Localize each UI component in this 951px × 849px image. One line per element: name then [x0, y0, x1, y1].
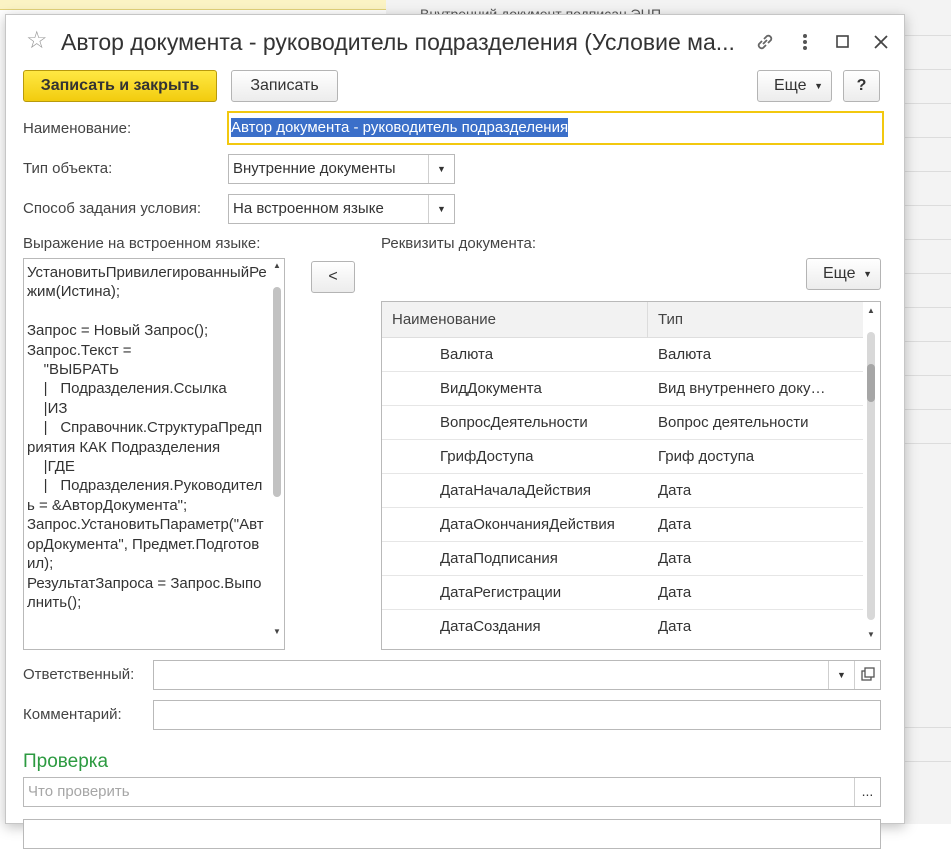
dialog-title-bar: ☆ Автор документа - руководитель подразд…: [6, 15, 904, 70]
what-to-check-field[interactable]: Что проверить ...: [23, 777, 881, 807]
method-value: На встроенном языке: [233, 200, 384, 217]
scroll-down-icon[interactable]: ▼: [271, 625, 283, 639]
scroll-down-icon[interactable]: ▼: [865, 628, 877, 642]
row-name: ВопросДеятельности: [440, 414, 588, 431]
more-actions-button[interactable]: Еще ▼: [757, 70, 832, 102]
row-type: Дата: [658, 516, 692, 533]
chevron-down-icon: ▼: [814, 81, 823, 91]
row-name: ДатаСоздания: [440, 618, 541, 635]
table-row[interactable]: ДатаСоздания Дата: [382, 610, 863, 644]
row-name: ВидДокумента: [440, 380, 542, 397]
row-name: ДатаПодписания: [440, 550, 558, 567]
what-to-check-placeholder: Что проверить: [28, 783, 130, 800]
object-type-value: Внутренние документы: [233, 160, 396, 177]
scroll-thumb[interactable]: [273, 287, 281, 497]
table-row[interactable]: Валюта Валюта: [382, 338, 863, 372]
chevron-down-icon: ▼: [863, 269, 872, 279]
scroll-up-icon[interactable]: ▲: [271, 259, 283, 273]
comment-label: Комментарий:: [23, 706, 122, 723]
table-scrollbar[interactable]: ▲ ▼: [865, 302, 877, 649]
dialog-title: Автор документа - руководитель подраздел…: [61, 29, 735, 55]
table-row[interactable]: ВидДокумента Вид внутреннего доку…: [382, 372, 863, 406]
background-window-header: [0, 0, 386, 10]
row-type: Дата: [658, 482, 692, 499]
row-type: Дата: [658, 618, 692, 635]
responsible-label: Ответственный:: [23, 666, 135, 683]
row-type: Дата: [658, 584, 692, 601]
expression-text[interactable]: УстановитьПривилегированныйРежим(Истина)…: [27, 263, 267, 612]
insert-attribute-button[interactable]: <: [311, 261, 355, 293]
attributes-more-label: Еще: [823, 265, 856, 282]
column-header-type[interactable]: Тип: [648, 302, 863, 338]
name-field[interactable]: Автор документа - руководитель подраздел…: [227, 111, 884, 145]
expression-label: Выражение на встроенном языке:: [23, 235, 261, 252]
row-name: ГрифДоступа: [440, 448, 534, 465]
help-button[interactable]: ?: [843, 70, 880, 102]
table-header: Наименование Тип: [382, 302, 863, 338]
row-type: Вопрос деятельности: [658, 414, 809, 431]
object-type-label: Тип объекта:: [23, 160, 113, 177]
maximize-icon[interactable]: [832, 31, 854, 53]
attributes-more-button[interactable]: Еще ▼: [806, 258, 881, 290]
column-header-name[interactable]: Наименование: [382, 302, 648, 338]
table-row[interactable]: ГрифДоступа Гриф доступа: [382, 440, 863, 474]
method-label: Способ задания условия:: [23, 200, 202, 217]
scroll-thumb[interactable]: [867, 364, 875, 402]
save-and-close-button[interactable]: Записать и закрыть: [23, 70, 217, 102]
row-type: Гриф доступа: [658, 448, 755, 465]
name-value: Автор документа - руководитель подраздел…: [231, 118, 569, 137]
attributes-label: Реквизиты документа:: [381, 235, 536, 252]
star-icon[interactable]: ☆: [26, 29, 50, 53]
chevron-down-icon[interactable]: ▼: [428, 155, 454, 183]
method-select[interactable]: На встроенном языке ▼: [228, 194, 455, 224]
row-name: ДатаОкончанияДействия: [440, 516, 615, 533]
object-type-select[interactable]: Внутренние документы ▼: [228, 154, 455, 184]
table-row[interactable]: ДатаПодписания Дата: [382, 542, 863, 576]
check-section-title: Проверка: [23, 751, 109, 772]
expression-scrollbar[interactable]: ▲ ▼: [271, 259, 283, 649]
row-name: Валюта: [440, 346, 494, 363]
scroll-up-icon[interactable]: ▲: [865, 304, 877, 318]
row-name: ДатаРегистрации: [440, 584, 562, 601]
chevron-down-icon[interactable]: ▼: [428, 195, 454, 223]
expression-editor[interactable]: УстановитьПривилегированныйРежим(Истина)…: [23, 258, 285, 650]
name-label: Наименование:: [23, 120, 132, 137]
save-button[interactable]: Записать: [231, 70, 338, 102]
row-type: Валюта: [658, 346, 712, 363]
row-name: ДатаНачалаДействия: [440, 482, 592, 499]
condition-dialog: ☆ Автор документа - руководитель подразд…: [5, 14, 905, 849]
more-actions-label: Еще: [774, 77, 807, 94]
comment-field[interactable]: [153, 700, 881, 730]
close-icon[interactable]: [870, 31, 892, 53]
open-icon[interactable]: [854, 661, 880, 689]
more-vertical-icon[interactable]: [794, 31, 816, 53]
select-button[interactable]: ...: [854, 778, 880, 806]
row-type: Дата: [658, 550, 692, 567]
table-row[interactable]: ДатаОкончанияДействия Дата: [382, 508, 863, 542]
table-row[interactable]: ДатаРегистрации Дата: [382, 576, 863, 610]
responsible-field[interactable]: ▼: [153, 660, 881, 690]
link-icon[interactable]: [754, 31, 776, 53]
row-type: Вид внутреннего доку…: [658, 380, 826, 397]
attributes-table: Наименование Тип Валюта Валюта ВидДокуме…: [381, 301, 881, 650]
table-row[interactable]: ВопросДеятельности Вопрос деятельности: [382, 406, 863, 440]
chevron-down-icon[interactable]: ▼: [828, 661, 854, 689]
table-row[interactable]: ДатаНачалаДействия Дата: [382, 474, 863, 508]
